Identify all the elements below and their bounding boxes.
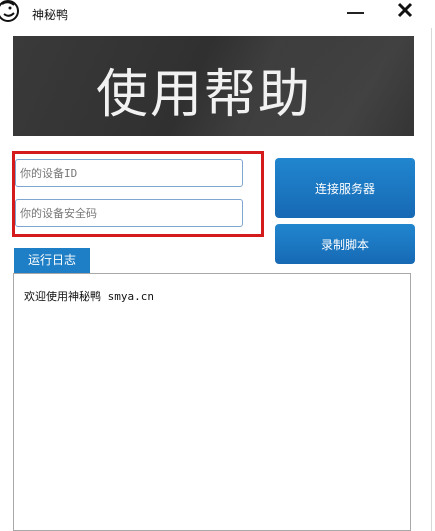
log-line: 欢迎使用神秘鸭 smya.cn [24, 290, 154, 303]
title-bar: 神秘鸭 [0, 0, 435, 28]
connect-server-button[interactable]: 连接服务器 [275, 158, 415, 218]
tab-run-log[interactable]: 运行日志 [14, 248, 90, 273]
log-panel[interactable]: 欢迎使用神秘鸭 smya.cn [13, 273, 411, 531]
help-banner[interactable]: 使用帮助 [13, 36, 414, 136]
window-border [431, 28, 432, 531]
close-icon[interactable] [393, 0, 419, 24]
device-security-code-input[interactable] [15, 199, 243, 227]
device-id-input[interactable] [15, 159, 243, 187]
banner-title: 使用帮助 [96, 65, 313, 125]
duck-app-icon [0, 0, 22, 24]
record-script-button[interactable]: 录制脚本 [275, 224, 415, 264]
window-title: 神秘鸭 [32, 8, 69, 22]
minimize-icon[interactable] [343, 0, 371, 24]
